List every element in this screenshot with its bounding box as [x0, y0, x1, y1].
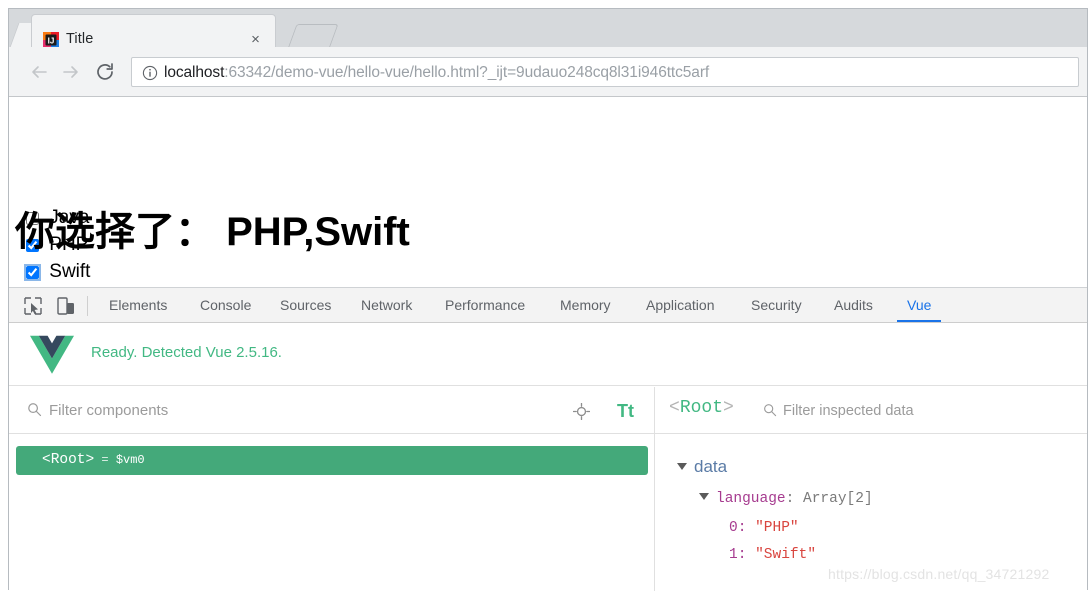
intellij-idea-favicon-icon: IJ — [43, 32, 59, 48]
checkbox-row-swift[interactable]: Swift — [26, 262, 90, 282]
chevron-down-icon[interactable] — [699, 493, 709, 500]
inspect-element-icon[interactable] — [22, 295, 44, 317]
search-icon — [27, 402, 42, 417]
tab-audits[interactable]: Audits — [834, 288, 873, 322]
component-name: <Root> — [42, 452, 94, 468]
tab-application[interactable]: Application — [646, 288, 715, 322]
vue-ready-text: Ready. Detected Vue 2.5.16. — [91, 344, 282, 361]
device-toolbar-icon[interactable] — [55, 295, 77, 317]
reload-icon[interactable] — [93, 60, 117, 84]
inspected-component-name: <Root> — [669, 398, 734, 418]
address-bar-host: localhost — [164, 64, 224, 81]
inspector-group-label: data — [694, 457, 727, 476]
component-instance: $vm0 — [116, 453, 145, 467]
bracket-close: > — [723, 398, 734, 418]
tab-vue[interactable]: Vue — [907, 288, 931, 322]
array-index-0: 0: — [729, 520, 746, 536]
components-toolbar: Tt — [9, 387, 654, 434]
watermark: https://blog.csdn.net/qq_34721292 — [828, 566, 1049, 582]
vue-components-panel: Tt <Root> = $vm0 — [9, 387, 655, 591]
address-bar-path: :63342/demo-vue/hello-vue/hello.html?_ij… — [224, 64, 709, 81]
search-icon — [763, 403, 777, 417]
inspector-property-language[interactable]: language: Array[2] — [699, 491, 873, 507]
bracket-open: < — [669, 398, 680, 418]
tab-performance[interactable]: Performance — [445, 288, 525, 322]
inspector-property-type: Array[2] — [803, 491, 873, 507]
page-title: 你选择了： PHP,Swift — [15, 208, 410, 256]
vue-ready-banner: Ready. Detected Vue 2.5.16. — [9, 323, 1087, 386]
address-bar[interactable]: localhost:63342/demo-vue/hello-vue/hello… — [131, 57, 1079, 87]
inspected-component-label: Root — [680, 398, 723, 418]
filter-components-input[interactable] — [49, 400, 529, 420]
text-size-toggle-icon[interactable]: Tt — [617, 401, 634, 421]
array-value-1: "Swift" — [755, 547, 816, 563]
vue-inspector-panel: <Root> data language: Array[2] 0: "PHP" … — [655, 387, 1087, 591]
chevron-down-icon[interactable] — [677, 463, 687, 470]
tab-strip: IJ Title × — [9, 9, 1087, 47]
component-row-label: <Root> = $vm0 — [42, 452, 145, 468]
filter-inspected-data-input[interactable] — [783, 401, 1063, 420]
forward-arrow-icon[interactable] — [59, 60, 83, 84]
devtools-panel: Elements Console Sources Network Perform… — [9, 287, 1087, 590]
svg-text:IJ: IJ — [48, 37, 55, 46]
tab-console[interactable]: Console — [200, 288, 251, 322]
component-tree-row-root[interactable]: <Root> = $vm0 — [16, 446, 648, 475]
inspector-array-item-1[interactable]: 1: "Swift" — [729, 547, 816, 563]
devtools-tab-bar: Elements Console Sources Network Perform… — [9, 288, 1087, 323]
toolbar-divider — [87, 296, 88, 316]
back-arrow-icon[interactable] — [27, 60, 51, 84]
new-tab-button[interactable] — [287, 24, 338, 49]
site-info-icon[interactable] — [142, 65, 158, 81]
tab-network[interactable]: Network — [361, 288, 412, 322]
browser-tab-title: Title — [66, 31, 93, 47]
checkbox-swift[interactable] — [26, 266, 39, 279]
inspector-toolbar: <Root> — [655, 387, 1087, 434]
tab-sources[interactable]: Sources — [280, 288, 331, 322]
vue-logo-icon — [30, 335, 74, 375]
tab-memory[interactable]: Memory — [560, 288, 611, 322]
tab-elements[interactable]: Elements — [109, 288, 167, 322]
inspector-group-data[interactable]: data — [677, 457, 727, 477]
close-icon[interactable]: × — [248, 32, 263, 47]
inspector-property-key: language — [716, 491, 786, 507]
browser-toolbar: localhost:63342/demo-vue/hello-vue/hello… — [9, 47, 1087, 97]
browser-window-screenshot: IJ Title × localhost:63342/demo-vue/hell… — [0, 0, 1090, 593]
address-bar-url: localhost:63342/demo-vue/hello-vue/hello… — [164, 63, 709, 83]
tab-security[interactable]: Security — [751, 288, 802, 322]
page-viewport: Java PHP Swift — [9, 97, 1087, 287]
inspector-array-item-0[interactable]: 0: "PHP" — [729, 520, 799, 536]
array-value-0: "PHP" — [755, 520, 799, 536]
select-component-target-icon[interactable] — [573, 403, 590, 420]
array-index-1: 1: — [729, 547, 746, 563]
checkbox-label-swift: Swift — [49, 261, 90, 282]
component-eq: = — [101, 453, 108, 467]
